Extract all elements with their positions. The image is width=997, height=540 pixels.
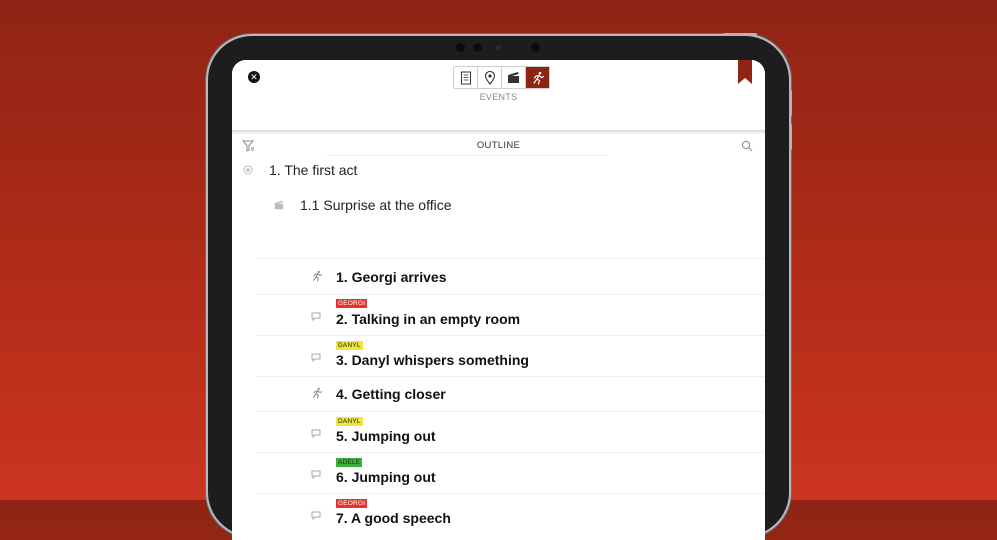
camera-sensor [496, 45, 501, 50]
scene-title: 1. Georgi arrives [336, 269, 447, 285]
list-item[interactable]: 1. Georgi arrives [232, 259, 765, 294]
power-button [723, 33, 757, 36]
outline-header: OUTLINE [232, 134, 765, 156]
divider [327, 155, 607, 156]
list-item[interactable]: GEORGI 7. A good speech [232, 494, 765, 534]
outline-title: OUTLINE [476, 140, 521, 151]
character-tag: DANYL [336, 341, 363, 350]
front-camera [456, 43, 465, 52]
list-item[interactable]: DANYL 3. Danyl whispers something [232, 336, 765, 376]
list-item[interactable]: DANYL 5. Jumping out [232, 412, 765, 452]
scene-title: 2. Talking in an empty room [336, 311, 521, 327]
document-icon[interactable] [454, 67, 478, 88]
speech-bubble-icon [310, 310, 322, 322]
top-toolbar: ✕ EVENTS [232, 60, 765, 131]
character-tag: GEORGI [336, 299, 368, 308]
clapperboard-icon[interactable] [502, 67, 526, 88]
scene-title: 7. A good speech [336, 510, 451, 526]
scene-title: 3. Danyl whispers something [336, 352, 529, 368]
running-person-icon[interactable] [526, 67, 549, 88]
app-screen: ✕ EVENTS OUTLINE 1. The first act 1.1 Su… [232, 60, 765, 540]
close-button[interactable]: ✕ [248, 71, 260, 83]
character-tag: ADELE [336, 458, 363, 467]
volume-button [789, 124, 792, 150]
list-item[interactable]: 4. Getting closer [232, 377, 765, 411]
volume-button [789, 90, 792, 116]
speech-bubble-icon [310, 468, 322, 480]
list-item[interactable]: ADELE 6. Jumping out [232, 453, 765, 493]
scene-title: 4. Getting closer [336, 386, 446, 402]
list-item[interactable]: GEORGI 2. Talking in an empty room [232, 295, 765, 335]
search-icon[interactable] [741, 139, 753, 157]
speech-bubble-icon [310, 427, 322, 439]
bookmark-icon[interactable] [738, 60, 752, 89]
character-tag: GEORGI [336, 499, 368, 508]
tablet-device: ✕ EVENTS OUTLINE 1. The first act 1.1 Su… [208, 33, 792, 540]
clapperboard-icon [273, 199, 285, 211]
sequence-title: 1.1 Surprise at the office [300, 197, 452, 213]
view-mode-label: EVENTS [479, 92, 518, 102]
speech-bubble-icon [310, 509, 322, 521]
front-camera [473, 43, 482, 52]
running-person-icon [310, 386, 324, 400]
scene-title: 6. Jumping out [336, 469, 436, 485]
front-camera [531, 43, 540, 52]
character-tag: DANYL [336, 417, 363, 426]
scene-title: 5. Jumping out [336, 428, 436, 444]
act-row[interactable]: 1. The first act [232, 162, 765, 186]
view-mode-switcher [453, 66, 550, 89]
location-pin-icon[interactable] [478, 67, 502, 88]
speech-bubble-icon [310, 351, 322, 363]
act-title: 1. The first act [269, 162, 358, 178]
target-icon [242, 164, 254, 176]
running-person-icon [310, 269, 324, 283]
sequence-row[interactable]: 1.1 Surprise at the office [232, 197, 765, 221]
